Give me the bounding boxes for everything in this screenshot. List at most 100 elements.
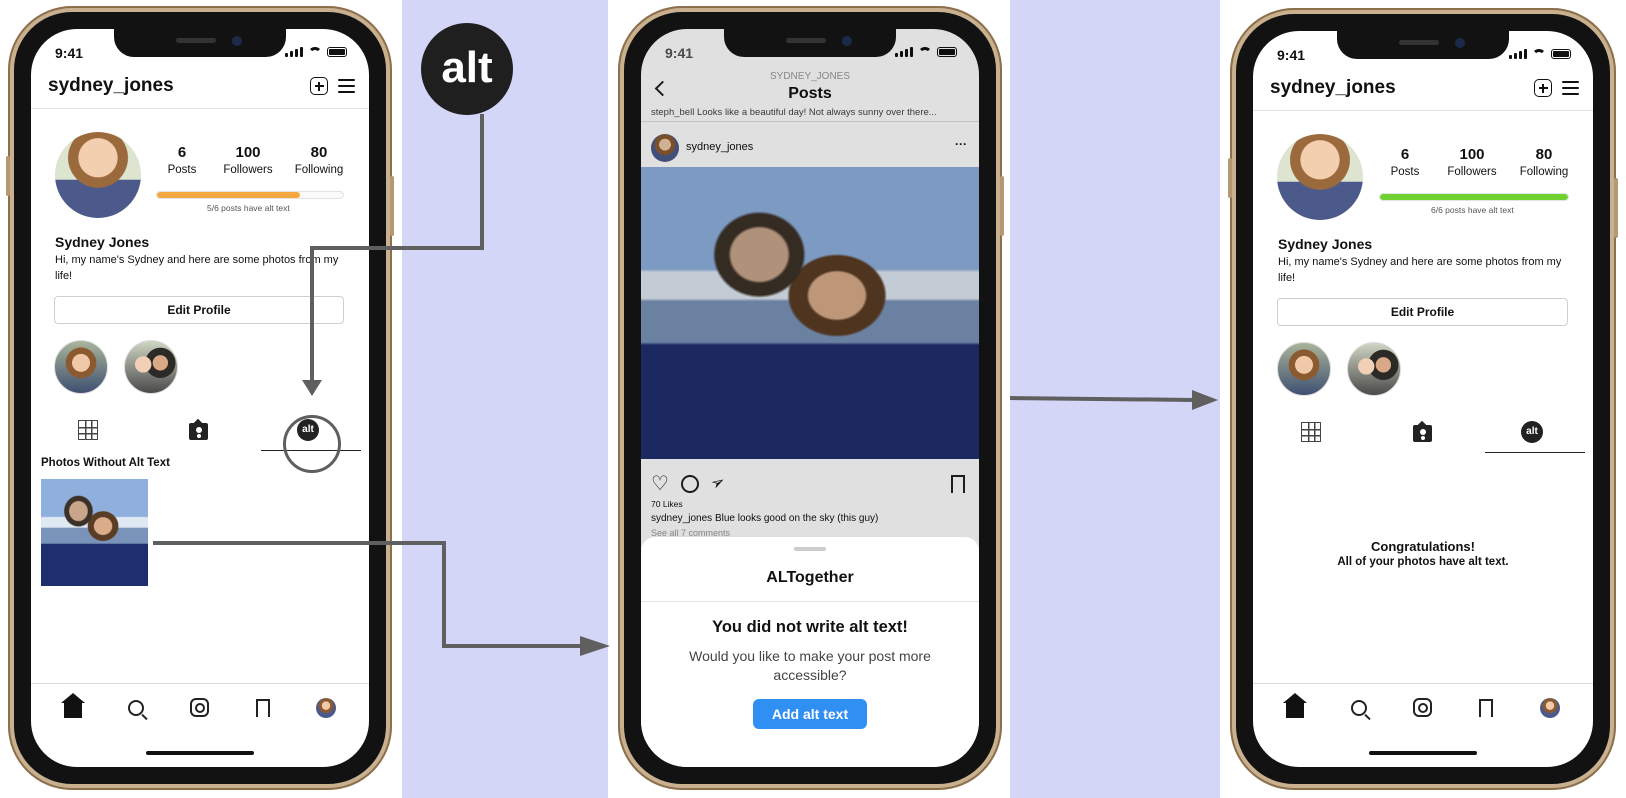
- stat-label: Following: [1519, 166, 1569, 178]
- stat-label: Following: [294, 164, 344, 176]
- wifi-icon: [308, 47, 322, 57]
- header-actions: [1534, 79, 1579, 97]
- screen: 9:41 sydney_jones 6 Posts 100 Followers 80…: [31, 29, 369, 767]
- story-highlight[interactable]: [124, 340, 178, 394]
- stat-value: 80: [1535, 146, 1553, 163]
- add-alt-text-button[interactable]: Add alt text: [752, 699, 868, 729]
- sheet-message: Would you like to make your post more ac…: [689, 648, 931, 683]
- profile-avatar[interactable]: [55, 132, 141, 218]
- congrats-message: All of your photos have alt text.: [1337, 556, 1509, 568]
- signal-icon: [1509, 49, 1527, 59]
- stat-label: Posts: [167, 164, 197, 176]
- profile-bio: Hi, my name's Sydney and here are some p…: [1278, 256, 1562, 284]
- screen: 9:41 sydney_jones 6 Posts 100 Followers 80…: [1253, 31, 1593, 767]
- menu-icon[interactable]: [338, 79, 355, 93]
- stat-value: 80: [310, 144, 328, 161]
- status-time: 9:41: [55, 45, 84, 61]
- home-indicator[interactable]: [1369, 751, 1477, 755]
- alt-text-progress-caption: 6/6 posts have alt text: [1431, 205, 1514, 215]
- story-highlight[interactable]: [54, 340, 108, 394]
- wifi-icon: [1532, 49, 1546, 59]
- bookmark-icon[interactable]: [255, 698, 270, 718]
- profile-nav-avatar[interactable]: [1539, 697, 1560, 718]
- stat-label: Followers: [1447, 166, 1497, 178]
- phone-post-screen: 9:41 SYDNEY_JONES Posts steph_bell Looks…: [618, 6, 1004, 790]
- grid-tab-icon[interactable]: [1301, 422, 1321, 442]
- profile-nav-avatar[interactable]: [315, 697, 336, 718]
- profile-bio: Hi, my name's Sydney and here are some p…: [55, 254, 339, 282]
- signal-icon: [285, 47, 303, 57]
- divider: [1253, 110, 1593, 111]
- grid-tab-icon[interactable]: [78, 420, 98, 440]
- background-band-left: [402, 0, 608, 798]
- status-icons: [1509, 49, 1571, 59]
- battery-icon: [1551, 49, 1571, 59]
- alt-text-progress-bar: [156, 191, 344, 199]
- stat-following[interactable]: 80 Following: [1510, 146, 1578, 178]
- notch: [1337, 31, 1509, 59]
- profile-username: sydney_jones: [1270, 77, 1396, 98]
- home-icon[interactable]: [61, 692, 86, 718]
- stat-value: 100: [1459, 146, 1485, 163]
- arrow-line: [442, 644, 582, 648]
- edit-profile-button[interactable]: Edit Profile: [1277, 298, 1568, 326]
- search-icon[interactable]: [1350, 699, 1367, 716]
- profile-stats: 6 Posts 100 Followers 80 Following: [153, 144, 353, 176]
- search-icon[interactable]: [128, 699, 145, 716]
- sheet-grabber[interactable]: [794, 547, 826, 551]
- phone-bezel: 9:41 sydney_jones 6 Posts 100 Followers 80…: [14, 12, 386, 784]
- bookmark-icon[interactable]: [1479, 698, 1494, 718]
- stat-value: 6: [1400, 146, 1410, 163]
- status-time: 9:41: [1277, 47, 1306, 63]
- bottom-nav: [31, 683, 369, 731]
- stat-posts[interactable]: 6 Posts: [153, 144, 211, 176]
- bottom-nav: [1253, 683, 1593, 731]
- new-post-icon[interactable]: [310, 77, 328, 95]
- notch: [114, 29, 286, 57]
- congrats-title: Congratulations!: [1371, 539, 1475, 554]
- side-button: [6, 156, 10, 196]
- camera-icon[interactable]: [190, 698, 210, 717]
- arrow-line: [480, 114, 484, 250]
- tagged-tab-icon[interactable]: [189, 423, 208, 440]
- stat-posts[interactable]: 6 Posts: [1376, 146, 1434, 178]
- divider: [31, 108, 369, 109]
- arrow-head: [580, 636, 610, 656]
- arrow-line: [153, 541, 446, 545]
- alt-text-progress-bar: [1379, 193, 1569, 201]
- stat-followers[interactable]: 100 Followers: [211, 144, 285, 176]
- profile-name: Sydney Jones: [1278, 236, 1373, 252]
- photo-thumbnail[interactable]: [41, 479, 148, 586]
- stat-following[interactable]: 80 Following: [285, 144, 353, 176]
- edit-profile-button[interactable]: Edit Profile: [54, 296, 344, 324]
- stat-label: Followers: [223, 164, 273, 176]
- phone-bezel: 9:41 SYDNEY_JONES Posts steph_bell Looks…: [624, 12, 996, 784]
- side-button: [1000, 176, 1004, 236]
- arrow-head: [1192, 390, 1218, 410]
- arrow-line: [310, 246, 484, 250]
- home-indicator[interactable]: [146, 751, 254, 755]
- divider: [641, 601, 979, 602]
- tagged-tab-icon[interactable]: [1413, 425, 1432, 442]
- alt-tab-icon[interactable]: alt: [1521, 421, 1543, 443]
- active-tab-underline: [1485, 452, 1585, 453]
- screen: 9:41 SYDNEY_JONES Posts steph_bell Looks…: [641, 29, 979, 767]
- menu-icon[interactable]: [1562, 81, 1579, 95]
- alt-text-progress-caption: 5/6 posts have alt text: [207, 203, 290, 213]
- story-highlight[interactable]: [1347, 342, 1401, 396]
- status-icons: [285, 47, 347, 57]
- progress-fill: [157, 192, 301, 198]
- stat-followers[interactable]: 100 Followers: [1434, 146, 1510, 178]
- home-icon[interactable]: [1283, 692, 1308, 718]
- stat-value: 6: [177, 144, 187, 161]
- profile-avatar[interactable]: [1277, 134, 1363, 220]
- profile-username: sydney_jones: [48, 75, 174, 96]
- profile-stats: 6 Posts 100 Followers 80 Following: [1376, 146, 1578, 178]
- side-button: [1614, 178, 1618, 238]
- new-post-icon[interactable]: [1534, 79, 1552, 97]
- alt-badge: alt: [421, 23, 513, 115]
- side-button: [390, 176, 394, 236]
- story-highlight[interactable]: [1277, 342, 1331, 396]
- camera-icon[interactable]: [1413, 698, 1433, 717]
- alt-text-prompt-sheet: ALTogether You did not write alt text! W…: [641, 537, 979, 767]
